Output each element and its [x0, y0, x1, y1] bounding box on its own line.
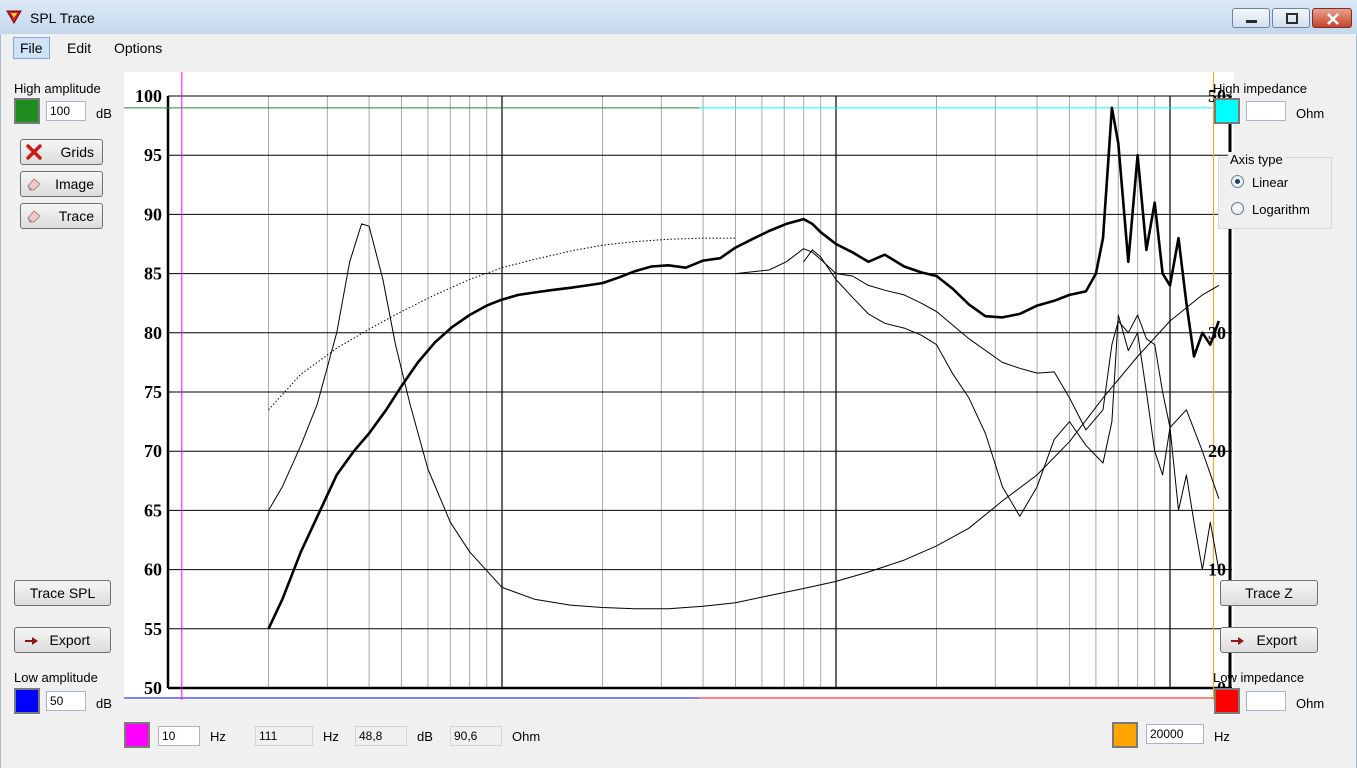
cursor-ohm-readout: 90,6 [450, 726, 502, 746]
trace-z-button[interactable]: Trace Z [1220, 580, 1318, 606]
grids-button-label: Grids [60, 144, 94, 160]
low-impedance-label: Low impedance [1213, 670, 1305, 685]
axis-type-group [1218, 157, 1332, 229]
image-button-label: Image [55, 176, 94, 192]
app-icon [6, 10, 22, 24]
axis-type-linear-label[interactable]: Linear [1252, 175, 1288, 190]
export-z-label: Export [1256, 632, 1297, 648]
export-z-button[interactable]: Export [1220, 627, 1318, 653]
close-icon [1327, 13, 1339, 25]
y-tick-label-left: 60 [144, 560, 162, 580]
frequency-response-chart[interactable]: 50556065707580859095100010203050101001 0… [124, 72, 1234, 700]
cursor-frequency-readout: 111 [255, 726, 313, 746]
y-tick-label-left: 90 [144, 204, 162, 224]
high-impedance-color-swatch[interactable] [1214, 98, 1240, 124]
restore-icon [1286, 13, 1298, 24]
y-tick-label-left: 65 [144, 500, 162, 520]
export-spl-label: Export [49, 632, 90, 648]
export-spl-button[interactable]: Export [14, 627, 111, 653]
high-impedance-input[interactable] [1246, 101, 1286, 121]
menu-bar: File Edit Options [0, 34, 1357, 60]
axis-type-logarithm-label[interactable]: Logarithm [1252, 202, 1310, 217]
cursor-frequency-unit: Hz [323, 729, 339, 744]
y-tick-label-right: 30 [1208, 323, 1226, 343]
low-frequency-color-swatch[interactable] [124, 722, 150, 748]
window-title: SPL Trace [30, 10, 95, 26]
axis-type-linear-radio[interactable] [1231, 175, 1244, 188]
high-frequency-unit: Hz [1214, 729, 1230, 744]
series-line-2 [268, 223, 1220, 610]
low-amplitude-input[interactable]: 50 [46, 691, 86, 711]
export-arrow-icon [25, 637, 38, 645]
y-tick-label-left: 55 [144, 619, 162, 639]
menu-options[interactable]: Options [108, 38, 168, 58]
y-tick-label-left: 80 [144, 323, 162, 343]
eraser-icon [27, 210, 41, 223]
image-button[interactable]: Image [20, 171, 103, 197]
y-tick-label-left: 70 [144, 441, 162, 461]
low-amplitude-label: Low amplitude [14, 670, 98, 685]
low-frequency-unit: Hz [210, 729, 226, 744]
high-impedance-label: High impedance [1213, 81, 1307, 96]
cursor-db-readout: 48,8 [355, 726, 407, 746]
axis-type-label: Axis type [1228, 152, 1285, 167]
y-tick-label-right: 20 [1208, 441, 1226, 461]
menu-file[interactable]: File [13, 37, 50, 59]
delete-x-icon [26, 144, 42, 160]
series-line-4 [735, 248, 1220, 499]
cursor-db-unit: dB [417, 729, 433, 744]
minimize-icon [1246, 20, 1257, 23]
high-frequency-input[interactable]: 20000 [1146, 724, 1204, 744]
menu-edit[interactable]: Edit [61, 38, 97, 58]
y-tick-label-right: 10 [1208, 560, 1226, 580]
close-button[interactable] [1312, 8, 1352, 28]
high-amplitude-unit: dB [96, 106, 112, 121]
y-tick-label-left: 100 [135, 86, 162, 106]
high-amplitude-color-swatch[interactable] [14, 98, 40, 124]
y-tick-label-left: 85 [144, 264, 162, 284]
high-frequency-color-swatch[interactable] [1112, 722, 1138, 748]
title-bar: SPL Trace [0, 0, 1357, 34]
axis-type-logarithm-radio[interactable] [1231, 202, 1244, 215]
low-impedance-color-swatch[interactable] [1214, 688, 1240, 714]
restore-button[interactable] [1272, 8, 1310, 28]
trace-button[interactable]: Trace [20, 203, 103, 229]
high-amplitude-input[interactable]: 100 [46, 101, 86, 121]
grids-button[interactable]: Grids [20, 139, 103, 165]
trace-spl-button[interactable]: Trace SPL [14, 580, 111, 606]
minimize-button[interactable] [1232, 8, 1270, 28]
low-amplitude-color-swatch[interactable] [14, 688, 40, 714]
y-tick-label-left: 75 [144, 382, 162, 402]
y-tick-label-left: 95 [144, 145, 162, 165]
eraser-icon [27, 178, 41, 191]
low-amplitude-unit: dB [96, 696, 112, 711]
low-impedance-unit: Ohm [1296, 696, 1325, 711]
high-amplitude-label: High amplitude [14, 81, 101, 96]
cursor-ohm-unit: Ohm [512, 729, 541, 744]
low-impedance-input[interactable] [1246, 691, 1286, 711]
trace-button-label: Trace [58, 208, 94, 224]
export-arrow-icon [1231, 637, 1244, 645]
series-line-1 [267, 106, 1221, 630]
low-frequency-input[interactable]: 10 [158, 726, 200, 746]
y-tick-label-left: 50 [144, 678, 162, 698]
high-impedance-unit: Ohm [1296, 106, 1325, 121]
spl-plot-area[interactable]: 50556065707580859095100010203050101001 0… [124, 72, 1234, 700]
series-line-5 [803, 249, 1220, 571]
